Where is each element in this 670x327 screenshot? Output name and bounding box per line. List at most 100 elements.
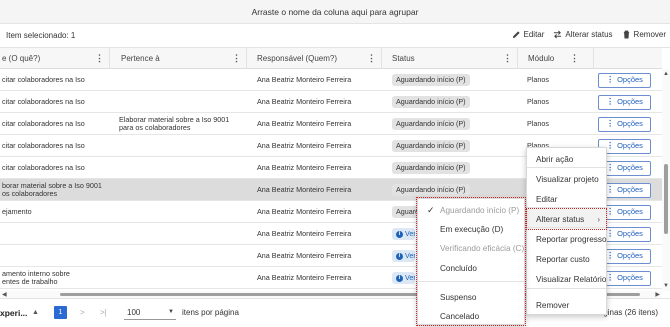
menu-item[interactable]: Remover	[527, 295, 606, 315]
table-row[interactable]: citar colaboradores na Iso Ana Beatriz Mo…	[0, 69, 662, 91]
table-row[interactable]: citar colaboradores na Iso Elaborar mater…	[0, 113, 662, 135]
view-selector-label[interactable]: xperi...	[0, 308, 27, 318]
cell-responsavel: Ana Beatriz Monteiro Ferreira	[257, 228, 352, 238]
options-label: Opções	[617, 74, 643, 84]
status-option[interactable]: Cancelado	[418, 307, 524, 325]
cell-oque	[0, 245, 110, 267]
menu-item[interactable]: Reportar custo	[527, 249, 606, 269]
change-status-button[interactable]: Alterar status	[553, 30, 613, 39]
status-option-label: Concluído	[440, 263, 477, 273]
page-size-select[interactable]: 100 ▼	[124, 305, 176, 320]
status-option: ✓ Aguardando início (P)	[418, 201, 524, 219]
table-row[interactable]: citar colaboradores na Iso Ana Beatriz Mo…	[0, 91, 662, 113]
group-by-bar[interactable]: Arraste o nome da coluna aqui para agrup…	[0, 0, 670, 24]
status-badge: iVeri	[392, 249, 415, 263]
kebab-icon: ⋮	[606, 185, 615, 195]
cell-oque: citar colaboradores na Iso	[2, 118, 85, 128]
cell-oque: ejamento	[2, 206, 32, 216]
menu-item-label: Alterar status	[536, 214, 585, 224]
status-submenu: ✓ Aguardando início (P) Em execução (D) Ver…	[416, 197, 526, 326]
triangle-up-icon[interactable]: ▲	[32, 309, 39, 316]
cell-pertence	[110, 201, 247, 223]
column-header-label: Pertence à	[121, 54, 160, 63]
status-option[interactable]: Concluído	[418, 259, 524, 277]
options-label: Opções	[617, 140, 643, 150]
cell-responsavel: Ana Beatriz Monteiro Ferreira	[257, 96, 352, 106]
cell-pertence	[110, 267, 247, 289]
cell-pertence	[110, 91, 247, 113]
kebab-icon[interactable]: ⋮	[95, 53, 104, 64]
trash-icon	[623, 30, 629, 39]
status-badge: Aguardando início (P)	[392, 183, 470, 197]
column-header-status[interactable]: Status ⋮	[382, 48, 518, 69]
kebab-icon: ⋮	[606, 273, 615, 283]
cell-pertence	[110, 69, 247, 91]
status-text: Veri	[405, 250, 415, 260]
kebab-icon[interactable]: ⋮	[367, 53, 376, 64]
menu-item-label: Visualizar Relatório	[536, 274, 607, 284]
column-header-label: Responsável (Quem?)	[257, 54, 338, 63]
next-page-icon[interactable]: >	[80, 308, 85, 317]
current-page-button[interactable]: 1	[54, 306, 67, 319]
options-label: Opções	[617, 162, 643, 172]
cell-responsavel: Ana Beatriz Monteiro Ferreira	[257, 162, 352, 172]
options-label: Opções	[617, 206, 643, 216]
scroll-down-arrow-icon[interactable]: ▼	[663, 283, 669, 289]
column-header-label: Módulo	[528, 54, 555, 63]
status-option-label: Em execução (D)	[440, 224, 504, 234]
column-header-responsavel[interactable]: Responsável (Quem?) ⋮	[247, 48, 382, 69]
kebab-icon[interactable]: ⋮	[232, 53, 241, 64]
scroll-right-arrow-icon[interactable]: ▶	[655, 291, 660, 298]
cell-status: Aguardando início (P)	[382, 91, 518, 113]
menu-item[interactable]: Visualizar projeto	[527, 169, 606, 189]
status-text: Veri	[405, 272, 415, 282]
status-option[interactable]: Suspenso	[418, 288, 524, 306]
options-button[interactable]: ⋮ Opções	[598, 116, 651, 132]
column-header-pertence[interactable]: Pertence à ⋮	[110, 48, 247, 69]
toolbar: Item selecionado: 1 Editar Alterar statu…	[0, 24, 670, 48]
grid-header: e (O quê?) ⋮ Pertence à ⋮ Responsável (Q…	[0, 48, 662, 69]
vertical-scrollbar-thumb[interactable]	[664, 164, 668, 234]
status-option: Verificando eficácia (C)	[418, 239, 524, 257]
kebab-icon[interactable]: ⋮	[570, 53, 579, 64]
menu-item[interactable]: Reportar progresso	[527, 229, 607, 249]
status-option-label: Suspenso	[440, 292, 477, 302]
remove-button[interactable]: Remover	[622, 30, 666, 39]
cell-oque: amento interno sobre entes de trabalho	[2, 268, 70, 286]
options-button[interactable]: ⋮ Opções	[598, 94, 651, 110]
kebab-icon: ⋮	[606, 119, 615, 129]
menu-divider	[418, 281, 524, 282]
status-option[interactable]: Em execução (D)	[418, 220, 524, 238]
cell-modulo: Planos	[527, 96, 549, 106]
last-page-icon[interactable]: >|	[100, 308, 107, 317]
edit-button[interactable]: Editar	[512, 30, 544, 39]
cell-oque: citar colaboradores na Iso	[2, 96, 85, 106]
status-option-label: Aguardando início (P)	[440, 205, 520, 215]
column-header-actions	[594, 48, 662, 69]
cell-responsavel: Ana Beatriz Monteiro Ferreira	[257, 250, 352, 260]
menu-item-label: Reportar progresso	[536, 234, 607, 244]
cell-pertence	[110, 245, 247, 267]
cell-pertence: Elaborar material sobre a Iso 9001 para …	[119, 114, 230, 132]
scroll-up-arrow-icon[interactable]: ▲	[663, 71, 669, 77]
cell-status: Aguardando início (P)	[382, 157, 518, 179]
scroll-left-arrow-icon[interactable]: ◀	[2, 291, 7, 298]
options-label: Opções	[617, 228, 643, 238]
kebab-icon[interactable]: ⋮	[503, 53, 512, 64]
status-badge: Aguardando início (P)	[392, 95, 470, 109]
cell-oque: citar colaboradores na Iso	[2, 162, 85, 172]
options-label: Opções	[617, 118, 643, 128]
menu-item[interactable]: Visualizar Relatório	[527, 269, 606, 289]
kebab-icon: ⋮	[606, 141, 615, 151]
column-header-oque[interactable]: e (O quê?) ⋮	[0, 48, 110, 69]
menu-item-label: Abrir ação	[536, 154, 574, 164]
column-header-label: e (O quê?)	[2, 54, 41, 63]
menu-divider	[527, 206, 606, 208]
cell-pertence	[110, 135, 247, 157]
group-by-hint: Arraste o nome da coluna aqui para agrup…	[251, 6, 419, 17]
options-button[interactable]: ⋮ Opções	[598, 72, 651, 88]
column-header-modulo[interactable]: Módulo ⋮	[518, 48, 594, 69]
row-context-menu: Abrir ação Visualizar projeto Editar Altera…	[526, 147, 607, 315]
options-label: Opções	[617, 184, 643, 194]
vertical-scrollbar[interactable]: ▲ ▼	[662, 69, 670, 291]
